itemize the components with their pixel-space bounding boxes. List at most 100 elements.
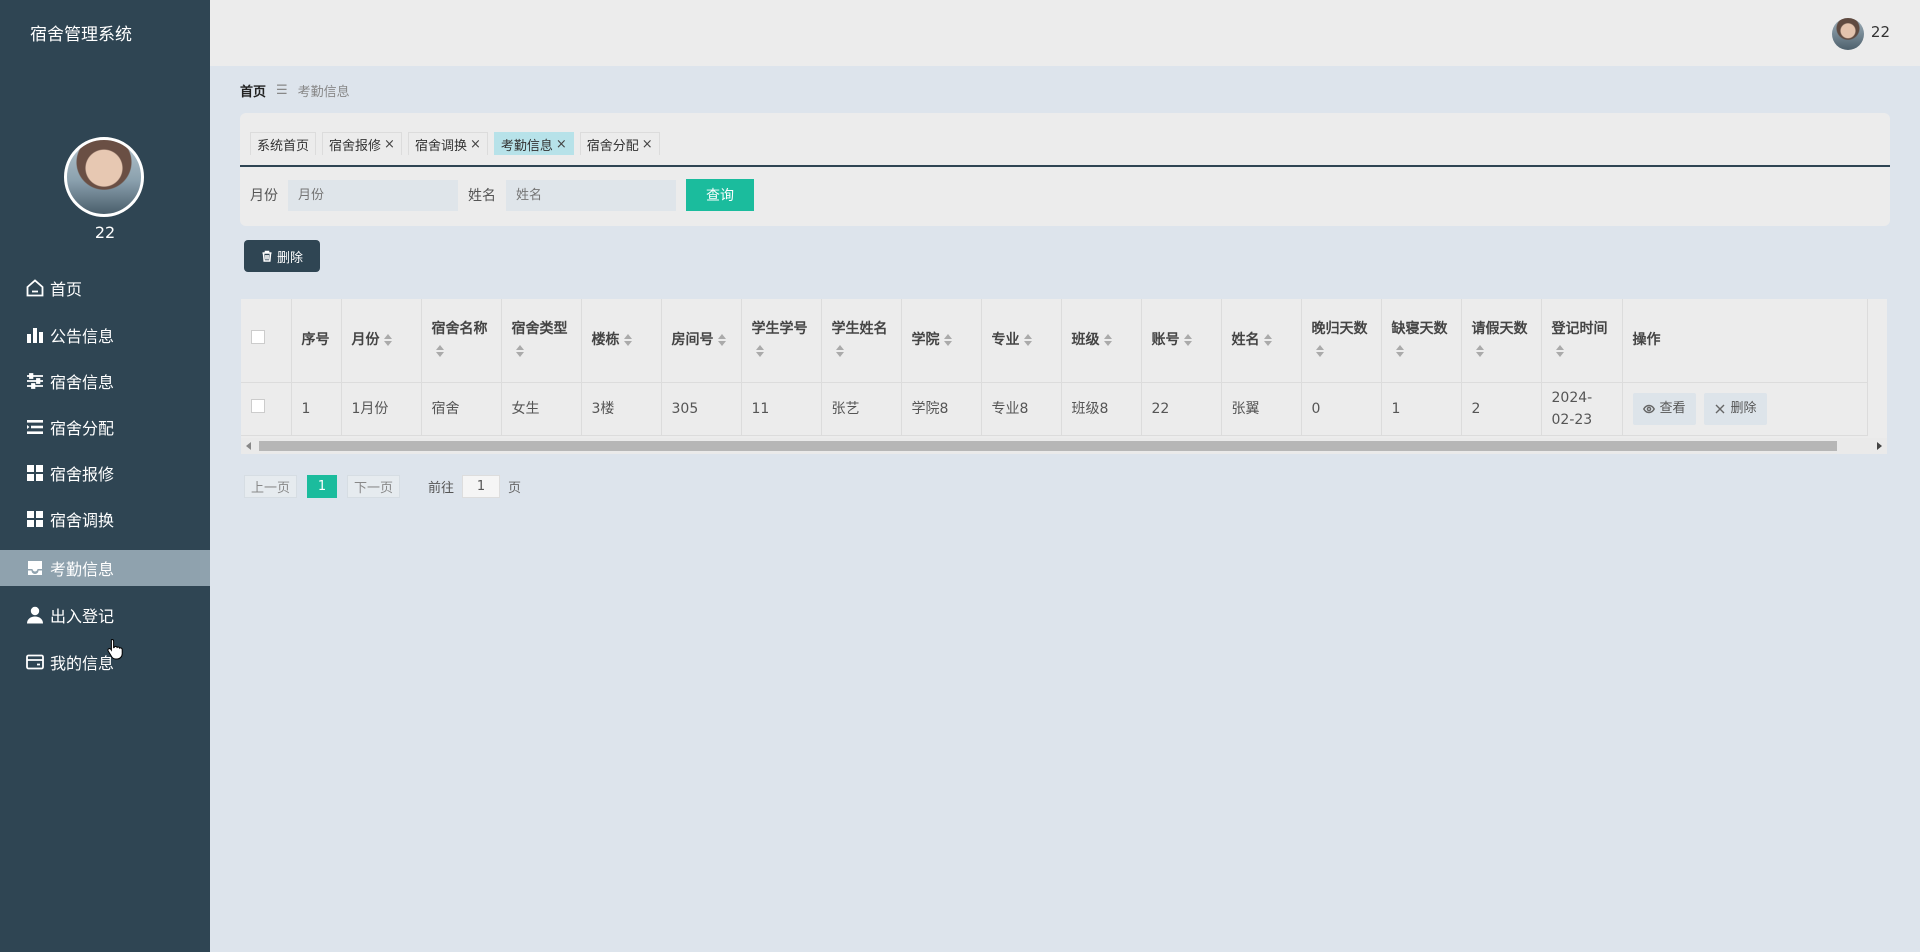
column-header-label: 楼栋	[591, 332, 620, 349]
sort-icon[interactable]	[1395, 345, 1404, 358]
sort-icon[interactable]	[1315, 345, 1324, 358]
tab-label: 考勤信息	[500, 138, 553, 154]
column-header[interactable]: 专业	[981, 299, 1062, 383]
column-header[interactable]: 房间号	[661, 299, 742, 383]
sort-icon[interactable]	[1103, 334, 1112, 347]
sidebar-item-6[interactable]: 宿舍调换	[0, 501, 210, 537]
sort-icon[interactable]	[943, 334, 952, 347]
column-header-label: 学生学号	[751, 321, 808, 338]
batch-delete-button[interactable]: 删除	[244, 240, 320, 272]
close-icon[interactable]: ×	[470, 137, 481, 152]
column-header-label: 请假天数	[1471, 321, 1528, 338]
column-header[interactable]: 账号	[1141, 299, 1222, 383]
select-all-cell	[241, 299, 292, 383]
column-header[interactable]: 请假天数	[1461, 299, 1542, 383]
sidebar-item-2[interactable]: 公告信息	[0, 317, 210, 353]
column-header[interactable]: 姓名	[1221, 299, 1302, 383]
sort-icon[interactable]	[435, 345, 444, 358]
goto-page-input[interactable]	[462, 475, 501, 498]
column-header[interactable]: 月份	[341, 299, 422, 383]
table-cell: 专业8	[981, 382, 1062, 436]
header-username[interactable]: 22	[1871, 23, 1890, 41]
scroll-right-icon[interactable]	[1877, 442, 1882, 450]
column-header[interactable]: 楼栋	[581, 299, 662, 383]
scroll-left-icon[interactable]	[246, 442, 251, 450]
sidebar-item-7[interactable]: 考勤信息	[0, 550, 210, 586]
trash-icon	[262, 250, 272, 262]
table-header-row: 序号 月份 宿舍名称 宿舍类型 楼栋 房间号 学生学号 学生姓名 学院 专业 班级 账号 姓名 晚归天数 缺…	[241, 299, 1868, 383]
column-header-label: 学生姓名	[831, 321, 888, 338]
tab-1[interactable]: 系统首页	[250, 132, 317, 155]
close-icon[interactable]: ×	[556, 137, 567, 152]
header-avatar[interactable]	[1832, 18, 1864, 50]
scrollbar-thumb[interactable]	[259, 441, 1837, 451]
table-cell: 1月份	[341, 382, 422, 436]
column-header[interactable]: 学生姓名	[821, 299, 902, 383]
select-all-checkbox[interactable]	[251, 330, 265, 345]
sort-icon[interactable]	[1183, 334, 1192, 347]
column-header[interactable]: 晚归天数	[1301, 299, 1382, 383]
sidebar-username: 22	[94, 223, 116, 242]
sidebar-item-8[interactable]: 出入登记	[0, 597, 210, 633]
view-button[interactable]: 查看	[1632, 392, 1696, 425]
breadcrumb-separator-icon: ☰	[276, 83, 288, 98]
sort-icon[interactable]	[1475, 345, 1484, 358]
sidebar-item-4[interactable]: 宿舍分配	[0, 409, 210, 445]
sidebar-item-5[interactable]: 宿舍报修	[0, 455, 210, 491]
sort-icon[interactable]	[1263, 334, 1272, 347]
page-number-button[interactable]: 1	[307, 475, 338, 498]
table-cell: 班级8	[1061, 382, 1142, 436]
column-header[interactable]: 宿舍类型	[501, 299, 582, 383]
column-header-label: 账号	[1151, 332, 1180, 349]
sidebar-item-1[interactable]: 首页	[0, 270, 210, 306]
sort-icon[interactable]	[1555, 345, 1564, 358]
row-delete-button[interactable]: 删除	[1703, 392, 1767, 425]
tab-3[interactable]: 宿舍调换 ×	[407, 132, 488, 155]
name-input[interactable]	[506, 179, 676, 211]
sort-icon[interactable]	[623, 334, 632, 347]
sort-icon[interactable]	[515, 345, 524, 358]
sidebar-item-3[interactable]: 宿舍信息	[0, 363, 210, 399]
sidebar-item-9[interactable]: 我的信息	[0, 644, 210, 680]
sidebar-item-label: 公告信息	[50, 327, 115, 346]
column-header[interactable]: 学院	[901, 299, 982, 383]
month-label: 月份	[250, 188, 278, 204]
table-cell: 女生	[501, 382, 582, 436]
tab-label: 系统首页	[257, 138, 310, 154]
sidebar-item-label: 首页	[50, 280, 83, 299]
table-horizontal-scrollbar[interactable]	[241, 438, 1887, 454]
tab-4[interactable]: 考勤信息 ×	[493, 132, 574, 155]
column-header: 操作	[1622, 299, 1868, 383]
table-cell: 305	[661, 382, 742, 436]
page-unit-label: 页	[508, 481, 522, 496]
table-cell: 宿舍	[421, 382, 502, 436]
tab-bar: 系统首页 宿舍报修 × 宿舍调换 × 考勤信息 × 宿舍分配 ×	[250, 132, 1890, 155]
next-page-button[interactable]: 下一页	[347, 475, 401, 498]
close-icon[interactable]: ×	[642, 137, 653, 152]
month-input[interactable]	[288, 179, 458, 211]
list-icon	[24, 416, 46, 438]
sort-icon[interactable]	[383, 334, 392, 347]
column-header-label: 月份	[351, 332, 380, 349]
sort-icon[interactable]	[755, 345, 764, 358]
column-header[interactable]: 班级	[1061, 299, 1142, 383]
column-header[interactable]: 宿舍名称	[421, 299, 502, 383]
query-button[interactable]: 查询	[686, 179, 754, 211]
tab-5[interactable]: 宿舍分配 ×	[579, 132, 660, 155]
column-header[interactable]: 缺寝天数	[1381, 299, 1462, 383]
sort-icon[interactable]	[835, 345, 844, 358]
close-icon[interactable]: ×	[384, 137, 395, 152]
close-icon	[1715, 404, 1725, 413]
sidebar-item-label: 出入登记	[50, 607, 115, 626]
row-checkbox[interactable]	[251, 398, 265, 413]
sort-icon[interactable]	[717, 334, 726, 347]
column-header[interactable]: 登记时间	[1541, 299, 1623, 383]
breadcrumb-home[interactable]: 首页	[240, 81, 266, 100]
tabs-search-panel: 系统首页宿舍报修×宿舍调换×考勤信息×宿舍分配× 月份 姓名 查询	[240, 113, 1890, 226]
sort-icon[interactable]	[1023, 334, 1032, 347]
prev-page-button[interactable]: 上一页	[244, 475, 298, 498]
column-header-label: 房间号	[671, 332, 714, 349]
breadcrumb: 首页 ☰ 考勤信息	[240, 81, 350, 100]
column-header[interactable]: 学生学号	[741, 299, 822, 383]
tab-2[interactable]: 宿舍报修 ×	[322, 132, 402, 155]
